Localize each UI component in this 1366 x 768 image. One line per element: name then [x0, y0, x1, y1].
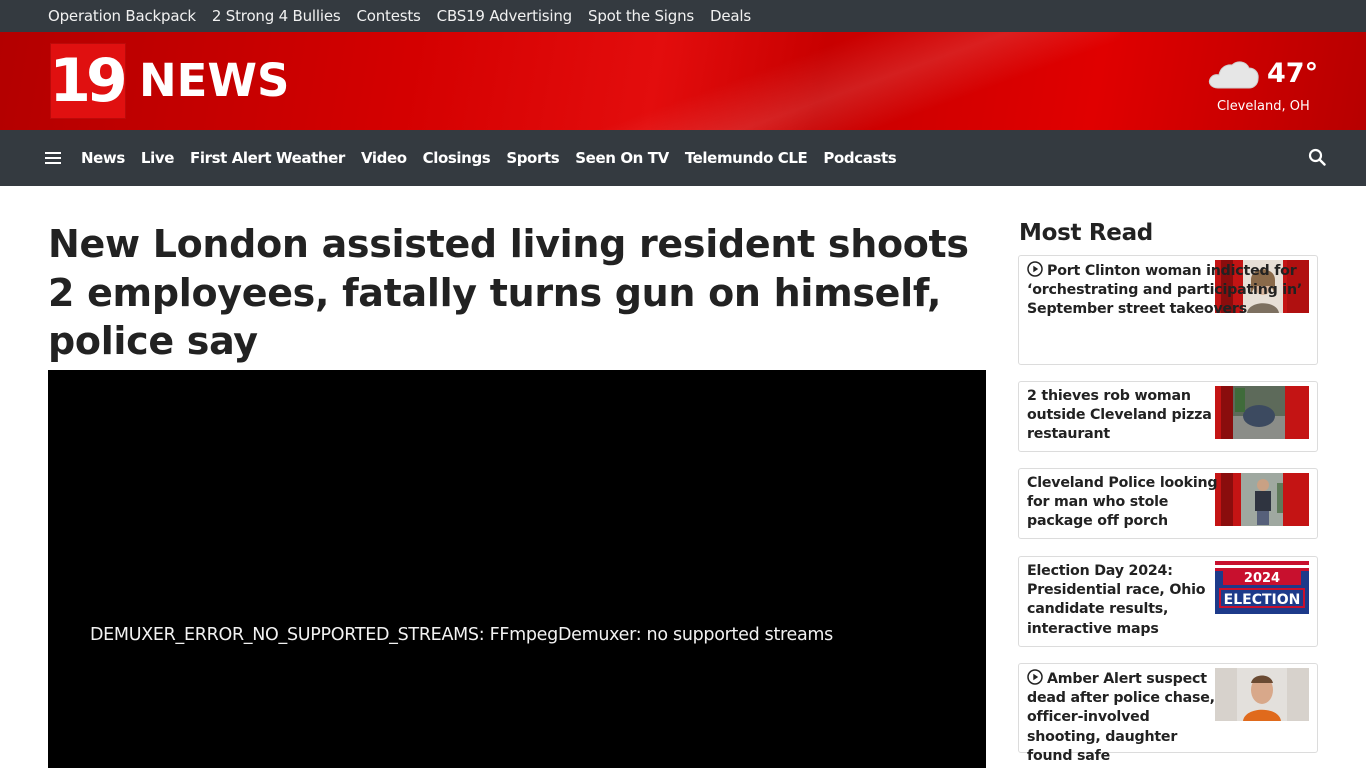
- utility-link-deals[interactable]: Deals: [710, 7, 751, 25]
- nav-item-first-alert-weather[interactable]: First Alert Weather: [190, 149, 345, 167]
- nav-item-closings[interactable]: Closings: [423, 149, 491, 167]
- election-thumb-label: ELECTION: [1224, 592, 1301, 608]
- hamburger-icon[interactable]: [45, 152, 61, 164]
- nav-item-sports[interactable]: Sports: [506, 149, 559, 167]
- most-read-heading: Most Read: [1019, 220, 1153, 246]
- most-read-card[interactable]: 2 thieves rob woman outside Cleveland pi…: [1018, 381, 1318, 452]
- story-thumbnail[interactable]: [1215, 668, 1309, 721]
- utility-link-2-strong-4-bullies[interactable]: 2 Strong 4 Bullies: [212, 7, 341, 25]
- story-title-text: Amber Alert suspect dead after police ch…: [1027, 671, 1215, 764]
- nav-item-seen-on-tv[interactable]: Seen On TV: [575, 149, 669, 167]
- video-player[interactable]: DEMUXER_ERROR_NO_SUPPORTED_STREAMS: FFmp…: [48, 370, 986, 768]
- election-graphic: 2024 ELECTION: [1215, 561, 1309, 614]
- story-title[interactable]: Port Clinton woman indicted for ‘orchest…: [1027, 261, 1313, 320]
- story-title-text: Port Clinton woman indicted for ‘orchest…: [1027, 263, 1303, 318]
- search-icon[interactable]: [1308, 148, 1326, 166]
- cloud-icon: [1208, 61, 1259, 89]
- nav-item-telemundo-cle[interactable]: Telemundo CLE: [685, 149, 808, 167]
- logo-wordmark[interactable]: NEWS: [139, 54, 289, 107]
- weather-city: Cleveland, OH: [1217, 99, 1310, 114]
- most-read-card[interactable]: Amber Alert suspect dead after police ch…: [1018, 663, 1318, 764]
- utility-nav: Operation Backpack 2 Strong 4 Bullies Co…: [0, 0, 1366, 32]
- article-headline: New London assisted living resident shoo…: [48, 222, 969, 363]
- nav-item-video[interactable]: Video: [361, 149, 407, 167]
- logo-number: 19: [49, 46, 127, 116]
- video-error-message: DEMUXER_ERROR_NO_SUPPORTED_STREAMS: FFmp…: [90, 625, 833, 645]
- video-play-icon: [1027, 261, 1043, 277]
- story-thumbnail[interactable]: [1215, 473, 1309, 526]
- election-thumb-year: 2024: [1244, 571, 1280, 586]
- story-title[interactable]: 2 thieves rob woman outside Cleveland pi…: [1027, 387, 1222, 445]
- utility-link-operation-backpack[interactable]: Operation Backpack: [48, 7, 196, 25]
- utility-link-contests[interactable]: Contests: [356, 7, 420, 25]
- most-read-card[interactable]: 2024 ELECTION Election Day 2024: Preside…: [1018, 556, 1318, 647]
- story-thumbnail[interactable]: 2024 ELECTION: [1215, 561, 1309, 614]
- suspect-image: [1215, 473, 1309, 526]
- story-title[interactable]: Amber Alert suspect dead after police ch…: [1027, 669, 1222, 766]
- surveillance-image: [1215, 386, 1309, 439]
- main-nav: News Live First Alert Weather Video Clos…: [0, 130, 1366, 186]
- nav-item-podcasts[interactable]: Podcasts: [823, 149, 896, 167]
- most-read-card[interactable]: Port Clinton woman indicted for ‘orchest…: [1018, 255, 1318, 365]
- story-title[interactable]: Election Day 2024: Presidential race, Oh…: [1027, 562, 1222, 639]
- nav-item-news[interactable]: News: [81, 149, 125, 167]
- utility-link-spot-the-signs[interactable]: Spot the Signs: [588, 7, 694, 25]
- brand-header: 19 NEWS 47° Cleveland, OH: [0, 32, 1366, 130]
- story-title[interactable]: Cleveland Police looking for man who sto…: [1027, 474, 1222, 532]
- mugshot-image: [1215, 668, 1309, 721]
- weather-temperature: 47°: [1267, 58, 1319, 89]
- weather-widget[interactable]: 47° Cleveland, OH: [1200, 54, 1324, 118]
- video-play-icon: [1027, 669, 1043, 685]
- utility-link-cbs19-advertising[interactable]: CBS19 Advertising: [437, 7, 573, 25]
- nav-item-live[interactable]: Live: [141, 149, 174, 167]
- story-thumbnail[interactable]: [1215, 386, 1309, 439]
- header-decoration: [560, 32, 1120, 130]
- most-read-card[interactable]: Cleveland Police looking for man who sto…: [1018, 468, 1318, 539]
- logo[interactable]: 19: [49, 43, 128, 119]
